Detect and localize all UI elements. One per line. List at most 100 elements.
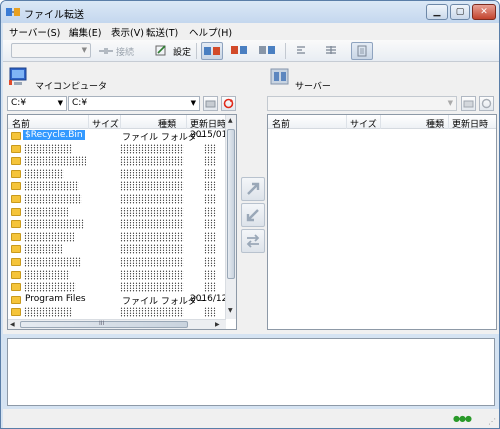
column-divider (448, 115, 449, 129)
folder-icon (11, 220, 21, 229)
scroll-left-icon[interactable]: ◀ (10, 321, 15, 328)
settings-button[interactable]: 設定 (173, 45, 191, 58)
local-horizontal-scrollbar[interactable]: ◀ III ▶ (8, 319, 226, 329)
view-remote-local-button[interactable] (229, 42, 251, 60)
folder-icon (11, 195, 21, 203)
server-column-header: 名前 サイズ 種類 更新日時 (268, 115, 496, 130)
column-type[interactable]: 種類 (426, 117, 444, 130)
local-folder-button[interactable] (203, 96, 218, 111)
obscured-date (204, 282, 216, 293)
connect-button[interactable]: 接続 (116, 45, 134, 58)
drive-value: C:¥ (11, 98, 27, 108)
chevron-down-icon: ▼ (81, 46, 87, 54)
table-row[interactable]: Program Files ファイル フォルダー 2016/12 (8, 293, 227, 307)
local-path-row: C:¥ ▼ C:¥ ▼ (3, 96, 238, 112)
table-row[interactable] (8, 243, 218, 255)
column-divider (186, 115, 187, 129)
obscured-name (24, 206, 68, 217)
computer-icon (9, 67, 27, 85)
table-row[interactable] (8, 180, 218, 192)
refresh-icon (481, 98, 492, 109)
obscured-date (204, 307, 216, 318)
log-panel[interactable] (7, 338, 495, 406)
local-pane-header: マイコンピュータ (3, 62, 238, 96)
scroll-down-icon[interactable]: ▼ (228, 307, 233, 314)
download-button[interactable] (241, 203, 265, 227)
minimize-button[interactable]: ▁ (426, 4, 448, 20)
column-divider (88, 115, 89, 129)
table-row[interactable] (8, 256, 218, 268)
column-type[interactable]: 種類 (158, 117, 176, 130)
column-size[interactable]: サイズ (92, 117, 119, 130)
align-columns-button[interactable] (321, 42, 343, 60)
obscured-name (24, 168, 64, 179)
align-left-button[interactable] (291, 42, 313, 60)
server-file-list[interactable]: 名前 サイズ 種類 更新日時 (267, 114, 497, 330)
table-row[interactable] (8, 269, 218, 281)
local-refresh-button[interactable] (221, 96, 236, 111)
column-name[interactable]: 名前 (272, 117, 290, 130)
view-split-button[interactable] (257, 42, 279, 60)
table-row[interactable] (8, 193, 218, 205)
obscured-date (204, 143, 216, 154)
table-row[interactable] (8, 168, 218, 180)
column-size[interactable]: サイズ (350, 117, 377, 130)
toolbar-separator (285, 43, 286, 59)
connection-status-icon: ●●● (453, 414, 472, 423)
menu-view[interactable]: 表示(V) (111, 25, 144, 39)
menu-transfer[interactable]: 転送(T) (146, 25, 178, 39)
details-view-button[interactable] (351, 42, 373, 60)
drive-select[interactable]: C:¥ ▼ (7, 96, 67, 111)
obscured-type (120, 156, 184, 167)
obscured-date (204, 231, 216, 242)
close-button[interactable]: ✕ (472, 4, 496, 20)
column-date[interactable]: 更新日時 (452, 117, 488, 130)
view-local-remote-button[interactable] (201, 42, 223, 60)
resize-grip-icon[interactable]: ⋰ (488, 417, 496, 426)
table-row[interactable] (8, 281, 218, 293)
details-view-icon (357, 45, 367, 57)
obscured-name (24, 257, 81, 267)
folder-icon (11, 182, 21, 191)
local-hscroll-thumb[interactable]: III (20, 320, 188, 328)
file-date: 2015/01 (190, 130, 228, 140)
obscured-date (204, 194, 216, 204)
table-row[interactable] (8, 206, 218, 218)
column-divider (380, 115, 381, 129)
scroll-right-icon[interactable]: ▶ (215, 321, 220, 328)
file-name: Program Files (25, 293, 86, 304)
connection-select[interactable]: ▼ (11, 43, 91, 58)
sync-button[interactable] (241, 229, 265, 253)
local-scroll-thumb[interactable] (227, 129, 235, 279)
server-folder-button[interactable] (461, 96, 476, 111)
scroll-up-icon[interactable]: ▲ (228, 117, 233, 124)
local-path-input[interactable]: C:¥ ▼ (68, 96, 200, 111)
table-row[interactable] (8, 231, 218, 243)
menu-edit[interactable]: 編集(E) (69, 25, 101, 39)
menu-help[interactable]: ヘルプ(H) (189, 25, 232, 39)
obscured-name (24, 244, 62, 255)
title-bar[interactable]: ファイル転送 ▁ ▢ ✕ (1, 1, 499, 23)
file-date: 2016/12 (190, 293, 228, 304)
table-row[interactable] (8, 306, 218, 318)
server-path-input[interactable]: ▼ (267, 96, 457, 111)
local-vertical-scrollbar[interactable]: ▲ ▼ (225, 115, 236, 319)
obscured-date (204, 181, 216, 192)
column-date[interactable]: 更新日時 (190, 117, 226, 130)
obscured-date (204, 156, 216, 167)
table-row[interactable] (8, 218, 218, 230)
column-divider (120, 115, 121, 129)
table-row[interactable] (8, 155, 218, 167)
server-refresh-button[interactable] (479, 96, 494, 111)
table-row[interactable]: $Recycle.Bin ファイル フォルダー 2015/01 (8, 130, 227, 143)
menu-server[interactable]: サーバー(S) (9, 25, 60, 39)
upload-button[interactable] (241, 177, 265, 201)
view-local-remote-icon (204, 47, 220, 55)
table-row[interactable] (8, 143, 218, 155)
local-file-list[interactable]: 名前 サイズ 種類 更新日時 $Recycle.Bin ファイル フォルダー 201… (7, 114, 237, 330)
maximize-button[interactable]: ▢ (450, 4, 470, 20)
local-pane-title: マイコンピュータ (35, 82, 108, 92)
column-name[interactable]: 名前 (12, 117, 30, 130)
local-path-value: C:¥ (72, 98, 88, 108)
obscured-name (24, 231, 74, 242)
